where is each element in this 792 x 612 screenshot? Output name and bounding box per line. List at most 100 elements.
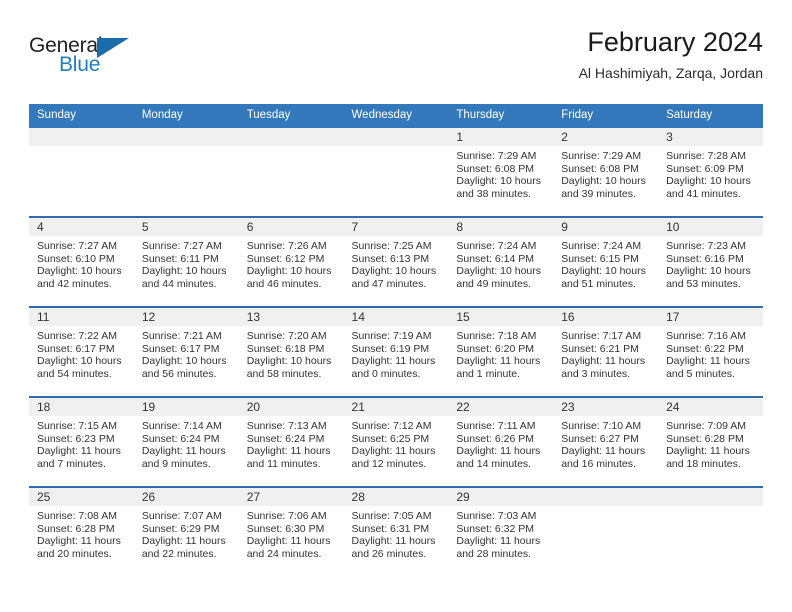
day-number: [658, 488, 763, 506]
calendar-day-cell[interactable]: 16 Sunrise: 7:17 AM Sunset: 6:21 PM Dayligh…: [553, 306, 659, 397]
sunrise-text: Sunrise: 7:29 AM: [561, 150, 642, 162]
calendar-week-row: 1 Sunrise: 7:29 AM Sunset: 6:08 PM Daylight…: [29, 128, 763, 217]
day-details: Sunrise: 7:03 AM Sunset: 6:32 PM Daylight:…: [448, 506, 553, 560]
day-details: Sunrise: 7:07 AM Sunset: 6:29 PM Daylight:…: [134, 506, 239, 560]
day-details: Sunrise: 7:12 AM Sunset: 6:25 PM Daylight:…: [344, 416, 449, 470]
day-details: Sunrise: 7:22 AM Sunset: 6:17 PM Daylight:…: [29, 326, 134, 380]
sunset-text: Sunset: 6:08 PM: [456, 162, 535, 175]
calendar-day-cell[interactable]: 22 Sunrise: 7:11 AM Sunset: 6:26 PM Dayligh…: [448, 396, 554, 487]
day-number: 7: [343, 218, 449, 236]
page-header: General Blue February 2024 Al Hashimiyah…: [29, 26, 763, 98]
day-details: Sunrise: 7:28 AM Sunset: 6:09 PM Daylight:…: [658, 146, 763, 200]
sunset-text: Sunset: 6:29 PM: [141, 522, 220, 535]
sunrise-text: Sunrise: 7:21 AM: [141, 330, 222, 342]
day-details: Sunrise: 7:27 AM Sunset: 6:10 PM Daylight:…: [29, 236, 134, 290]
calendar-day-cell[interactable]: 8 Sunrise: 7:24 AM Sunset: 6:14 PM Daylight…: [448, 216, 554, 307]
calendar-day-cell[interactable]: 21 Sunrise: 7:12 AM Sunset: 6:25 PM Dayligh…: [343, 396, 449, 487]
day-number: 18: [29, 398, 134, 416]
calendar-grid: Sunday Monday Tuesday Wednesday Thursday…: [29, 104, 763, 576]
sunrise-text: Sunrise: 7:08 AM: [37, 510, 117, 522]
calendar-day-cell[interactable]: 19 Sunrise: 7:14 AM Sunset: 6:24 PM Dayligh…: [133, 396, 239, 487]
sunset-text: Sunset: 6:31 PM: [351, 522, 430, 535]
calendar-day-cell[interactable]: 25 Sunrise: 7:08 AM Sunset: 6:28 PM Dayligh…: [29, 486, 134, 576]
calendar-day-cell[interactable]: 27 Sunrise: 7:06 AM Sunset: 6:30 PM Dayligh…: [238, 486, 344, 576]
day-number: [29, 128, 134, 146]
dow-header-wednesday: Wednesday: [343, 104, 449, 128]
sunrise-text: Sunrise: 7:29 AM: [456, 150, 537, 162]
dow-header-tuesday: Tuesday: [238, 104, 344, 128]
day-details: Sunrise: 7:06 AM Sunset: 6:30 PM Daylight:…: [239, 506, 344, 560]
calendar-day-cell[interactable]: 12 Sunrise: 7:21 AM Sunset: 6:17 PM Dayligh…: [133, 306, 239, 397]
day-details: Sunrise: 7:29 AM Sunset: 6:08 PM Daylight:…: [553, 146, 658, 200]
calendar-day-cell[interactable]: 28 Sunrise: 7:05 AM Sunset: 6:31 PM Dayligh…: [343, 486, 449, 576]
daylight-text: Daylight: 11 hours and 14 minutes.: [456, 445, 541, 470]
calendar-day-cell[interactable]: 11 Sunrise: 7:22 AM Sunset: 6:17 PM Dayligh…: [29, 306, 134, 397]
calendar-day-cell[interactable]: 24 Sunrise: 7:09 AM Sunset: 6:28 PM Dayligh…: [658, 396, 763, 487]
sunrise-text: Sunrise: 7:22 AM: [37, 330, 117, 342]
calendar-day-cell[interactable]: 23 Sunrise: 7:10 AM Sunset: 6:27 PM Dayligh…: [553, 396, 659, 487]
day-number: 29: [448, 488, 554, 506]
sunset-text: Sunset: 6:28 PM: [37, 522, 115, 535]
day-details: Sunrise: 7:25 AM Sunset: 6:13 PM Daylight:…: [344, 236, 449, 290]
dow-header-thursday: Thursday: [448, 104, 554, 128]
day-details: Sunrise: 7:24 AM Sunset: 6:15 PM Daylight:…: [553, 236, 658, 290]
calendar-week-row: 25 Sunrise: 7:08 AM Sunset: 6:28 PM Dayligh…: [29, 486, 763, 576]
day-number: 20: [238, 398, 344, 416]
calendar-day-cell[interactable]: 7 Sunrise: 7:25 AM Sunset: 6:13 PM Daylight…: [343, 216, 449, 307]
calendar-day-cell[interactable]: 4 Sunrise: 7:27 AM Sunset: 6:10 PM Daylight…: [29, 216, 134, 307]
day-number: 15: [448, 308, 554, 326]
calendar-day-cell[interactable]: 13 Sunrise: 7:20 AM Sunset: 6:18 PM Dayligh…: [238, 306, 344, 397]
day-number: [133, 128, 239, 146]
dow-header-sunday: Sunday: [29, 104, 134, 128]
sunset-text: Sunset: 6:25 PM: [351, 432, 430, 445]
daylight-text: Daylight: 10 hours and 51 minutes.: [561, 265, 646, 290]
sunset-text: Sunset: 6:19 PM: [351, 342, 430, 355]
calendar-day-cell[interactable]: 29 Sunrise: 7:03 AM Sunset: 6:32 PM Dayligh…: [448, 486, 554, 576]
daylight-text: Daylight: 11 hours and 18 minutes.: [666, 445, 750, 470]
sunset-text: Sunset: 6:09 PM: [666, 162, 744, 175]
daylight-text: Daylight: 10 hours and 58 minutes.: [246, 355, 332, 380]
day-details: Sunrise: 7:11 AM Sunset: 6:26 PM Daylight:…: [448, 416, 553, 470]
dow-header-monday: Monday: [133, 104, 239, 128]
sunrise-text: Sunrise: 7:07 AM: [141, 510, 222, 522]
sunrise-text: Sunrise: 7:27 AM: [141, 240, 222, 252]
calendar-day-cell[interactable]: 2 Sunrise: 7:29 AM Sunset: 6:08 PM Daylight…: [553, 128, 659, 217]
calendar-day-cell[interactable]: 9 Sunrise: 7:24 AM Sunset: 6:15 PM Daylight…: [553, 216, 659, 307]
day-number: 5: [133, 218, 239, 236]
general-blue-logo[interactable]: General Blue: [29, 34, 159, 82]
calendar-day-cell[interactable]: 1 Sunrise: 7:29 AM Sunset: 6:08 PM Daylight…: [448, 128, 554, 217]
day-details: Sunrise: 7:24 AM Sunset: 6:14 PM Daylight:…: [448, 236, 553, 290]
calendar-day-cell[interactable]: 15 Sunrise: 7:18 AM Sunset: 6:20 PM Dayligh…: [448, 306, 554, 397]
sunrise-text: Sunrise: 7:16 AM: [666, 330, 747, 342]
calendar-week-row: 18 Sunrise: 7:15 AM Sunset: 6:23 PM Dayligh…: [29, 396, 763, 487]
daylight-text: Daylight: 11 hours and 24 minutes.: [246, 535, 331, 560]
calendar-day-cell[interactable]: 5 Sunrise: 7:27 AM Sunset: 6:11 PM Daylight…: [133, 216, 239, 307]
calendar-day-cell[interactable]: 6 Sunrise: 7:26 AM Sunset: 6:12 PM Daylight…: [238, 216, 344, 307]
calendar-day-cell[interactable]: 18 Sunrise: 7:15 AM Sunset: 6:23 PM Dayligh…: [29, 396, 134, 487]
sunrise-text: Sunrise: 7:20 AM: [246, 330, 327, 342]
sunset-text: Sunset: 6:20 PM: [456, 342, 535, 355]
daylight-text: Daylight: 11 hours and 11 minutes.: [246, 445, 331, 470]
calendar-day-cell[interactable]: 20 Sunrise: 7:13 AM Sunset: 6:24 PM Dayligh…: [238, 396, 344, 487]
day-number: 10: [658, 218, 763, 236]
daylight-text: Daylight: 11 hours and 20 minutes.: [37, 535, 121, 560]
sunrise-text: Sunrise: 7:17 AM: [561, 330, 642, 342]
daylight-text: Daylight: 10 hours and 46 minutes.: [246, 265, 332, 290]
day-details: Sunrise: 7:13 AM Sunset: 6:24 PM Daylight:…: [239, 416, 344, 470]
calendar-day-cell[interactable]: 17 Sunrise: 7:16 AM Sunset: 6:22 PM Dayligh…: [658, 306, 763, 397]
calendar-day-cell[interactable]: 10 Sunrise: 7:23 AM Sunset: 6:16 PM Dayligh…: [658, 216, 763, 307]
day-number: 3: [658, 128, 763, 146]
page-subtitle: Al Hashimiyah, Zarqa, Jordan: [578, 65, 763, 81]
logo-word-blue: Blue: [59, 53, 101, 76]
dow-header-friday: Friday: [553, 104, 659, 128]
day-number: 16: [553, 308, 659, 326]
calendar-day-cell[interactable]: 14 Sunrise: 7:19 AM Sunset: 6:19 PM Dayligh…: [343, 306, 449, 397]
daylight-text: Daylight: 10 hours and 42 minutes.: [37, 265, 122, 290]
sunset-text: Sunset: 6:32 PM: [456, 522, 535, 535]
daylight-text: Daylight: 10 hours and 39 minutes.: [561, 175, 646, 200]
calendar-day-cell[interactable]: 3 Sunrise: 7:28 AM Sunset: 6:09 PM Daylight…: [658, 128, 763, 217]
day-details: Sunrise: 7:26 AM Sunset: 6:12 PM Daylight:…: [239, 236, 344, 290]
calendar-day-cell[interactable]: 26 Sunrise: 7:07 AM Sunset: 6:29 PM Dayligh…: [133, 486, 239, 576]
calendar-day-cell-empty: [238, 128, 344, 217]
day-details: Sunrise: 7:15 AM Sunset: 6:23 PM Daylight:…: [29, 416, 134, 470]
